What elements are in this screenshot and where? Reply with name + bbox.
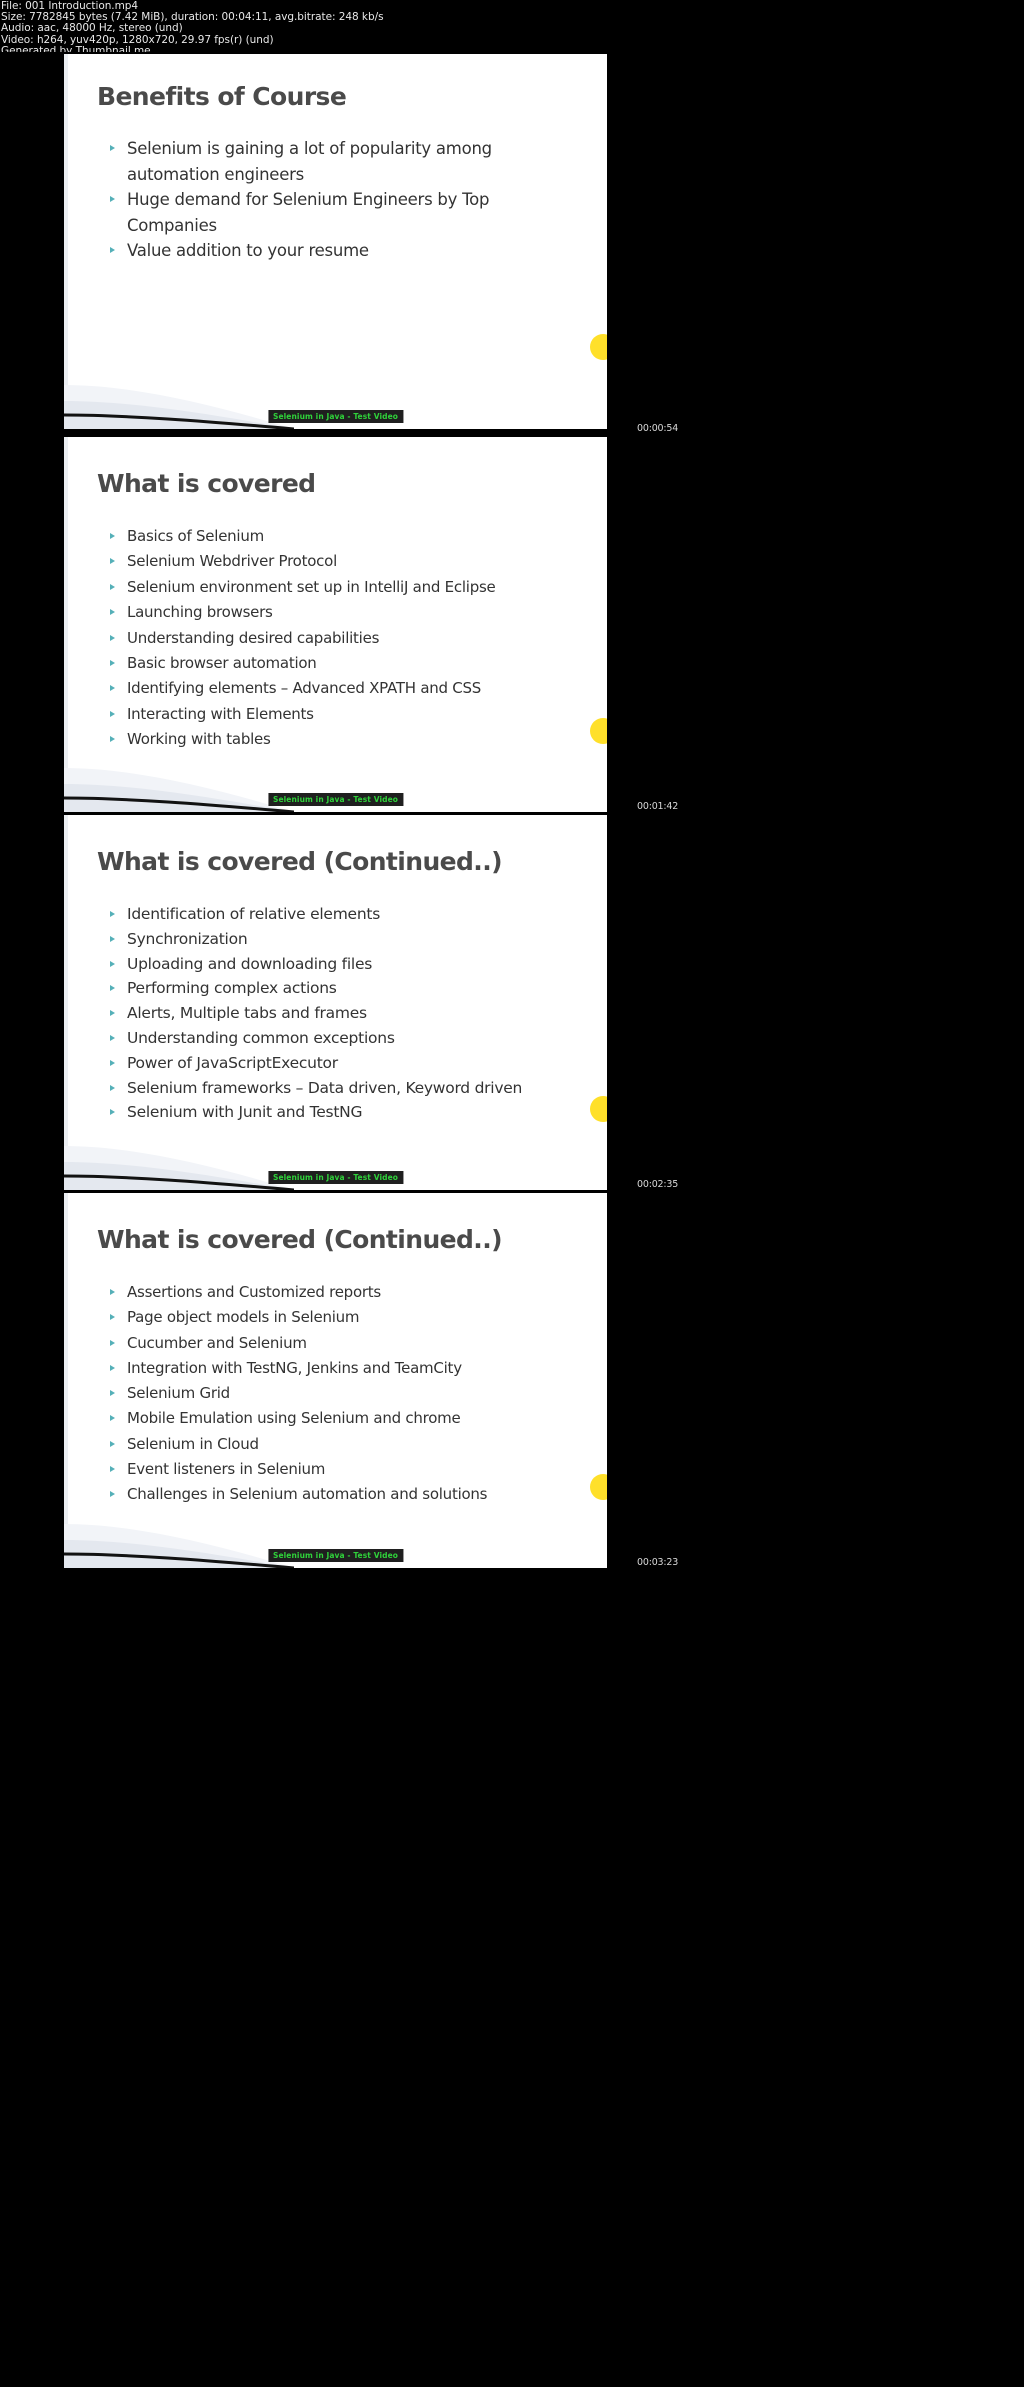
list-item: Selenium with Junit and TestNG (106, 1100, 583, 1125)
list-item: Cucumber and Selenium (106, 1331, 583, 1356)
thumbnail-contact-sheet: Benefits of Course Selenium is gaining a… (0, 52, 1024, 2387)
list-item: Selenium in Cloud (106, 1432, 583, 1457)
list-item: Understanding common exceptions (106, 1026, 583, 1051)
list-item: Assertions and Customized reports (106, 1280, 583, 1305)
swoosh-icon (64, 385, 294, 429)
slide-corner-decoration (64, 1510, 294, 1568)
swoosh-icon (64, 1524, 294, 1568)
list-item: Selenium environment set up in IntelliJ … (106, 575, 583, 600)
watermark-badge: Selenium in Java - Test Video (267, 793, 404, 806)
list-item: Power of JavaScriptExecutor (106, 1051, 583, 1076)
watermark-badge: Selenium in Java - Test Video (267, 410, 404, 423)
slide-title: Benefits of Course (97, 82, 347, 111)
slide-corner-decoration (64, 1132, 294, 1190)
thumbnail-timecode: 00:00:54 (637, 423, 679, 434)
thumbnail-timecode: 00:02:35 (637, 1179, 679, 1190)
list-item: Event listeners in Selenium (106, 1457, 583, 1482)
swoosh-icon (64, 768, 294, 812)
list-item: Value addition to your resume (106, 238, 583, 264)
list-item: Launching browsers (106, 600, 583, 625)
list-item: Alerts, Multiple tabs and frames (106, 1001, 583, 1026)
list-item: Uploading and downloading files (106, 952, 583, 977)
slide-title: What is covered (Continued..) (97, 1225, 503, 1254)
slide-corner-decoration (64, 371, 294, 429)
slide-title: What is covered (97, 469, 316, 498)
list-item: Identification of relative elements (106, 902, 583, 927)
thumbnail-timecode: 00:01:42 (637, 801, 679, 812)
list-item: Identifying elements – Advanced XPATH an… (106, 676, 583, 701)
list-item: Selenium frameworks – Data driven, Keywo… (106, 1076, 583, 1101)
list-item: Integration with TestNG, Jenkins and Tea… (106, 1356, 583, 1381)
thumbnail-tile[interactable]: Benefits of Course Selenium is gaining a… (64, 54, 607, 429)
slide-bullet-list: Identification of relative elements Sync… (106, 902, 583, 1125)
slide-corner-decoration (64, 754, 294, 812)
slide-bullet-list: Selenium is gaining a lot of popularity … (106, 136, 583, 264)
metadata-line-audio: Audio: aac, 48000 Hz, stereo (und) (1, 22, 183, 35)
slide-title: What is covered (Continued..) (97, 847, 503, 876)
accent-dot-icon (590, 1096, 607, 1122)
list-item: Page object models in Selenium (106, 1305, 583, 1330)
slide-bullet-list: Assertions and Customized reports Page o… (106, 1280, 583, 1508)
list-item: Performing complex actions (106, 976, 583, 1001)
thumbnail-timecode: 00:03:23 (637, 1557, 679, 1568)
accent-dot-icon (590, 1474, 607, 1500)
metadata-line-video: Video: h264, yuv420p, 1280x720, 29.97 fp… (1, 33, 274, 46)
swoosh-icon (64, 1146, 294, 1190)
list-item: Basic browser automation (106, 651, 583, 676)
list-item: Synchronization (106, 927, 583, 952)
list-item: Huge demand for Selenium Engineers by To… (106, 187, 583, 238)
accent-dot-icon (590, 334, 607, 360)
list-item: Basics of Selenium (106, 524, 583, 549)
list-item: Challenges in Selenium automation and so… (106, 1482, 583, 1507)
list-item: Selenium is gaining a lot of popularity … (106, 136, 583, 187)
thumbnail-tile[interactable]: What is covered (Continued..) Assertions… (64, 1193, 607, 1568)
list-item: Interacting with Elements (106, 702, 583, 727)
watermark-badge: Selenium in Java - Test Video (267, 1171, 404, 1184)
list-item: Mobile Emulation using Selenium and chro… (106, 1406, 583, 1431)
watermark-badge: Selenium in Java - Test Video (267, 1549, 404, 1562)
thumbnail-tile[interactable]: What is covered Basics of Selenium Selen… (64, 437, 607, 812)
list-item: Working with tables (106, 727, 583, 752)
accent-dot-icon (590, 718, 607, 744)
slide-bullet-list: Basics of Selenium Selenium Webdriver Pr… (106, 524, 583, 753)
list-item: Selenium Grid (106, 1381, 583, 1406)
thumbnail-tile[interactable]: What is covered (Continued..) Identifica… (64, 815, 607, 1190)
list-item: Understanding desired capabilities (106, 626, 583, 651)
list-item: Selenium Webdriver Protocol (106, 549, 583, 574)
video-metadata-header: File: 001 Introduction.mp4 Size: 7782845… (0, 0, 1024, 57)
